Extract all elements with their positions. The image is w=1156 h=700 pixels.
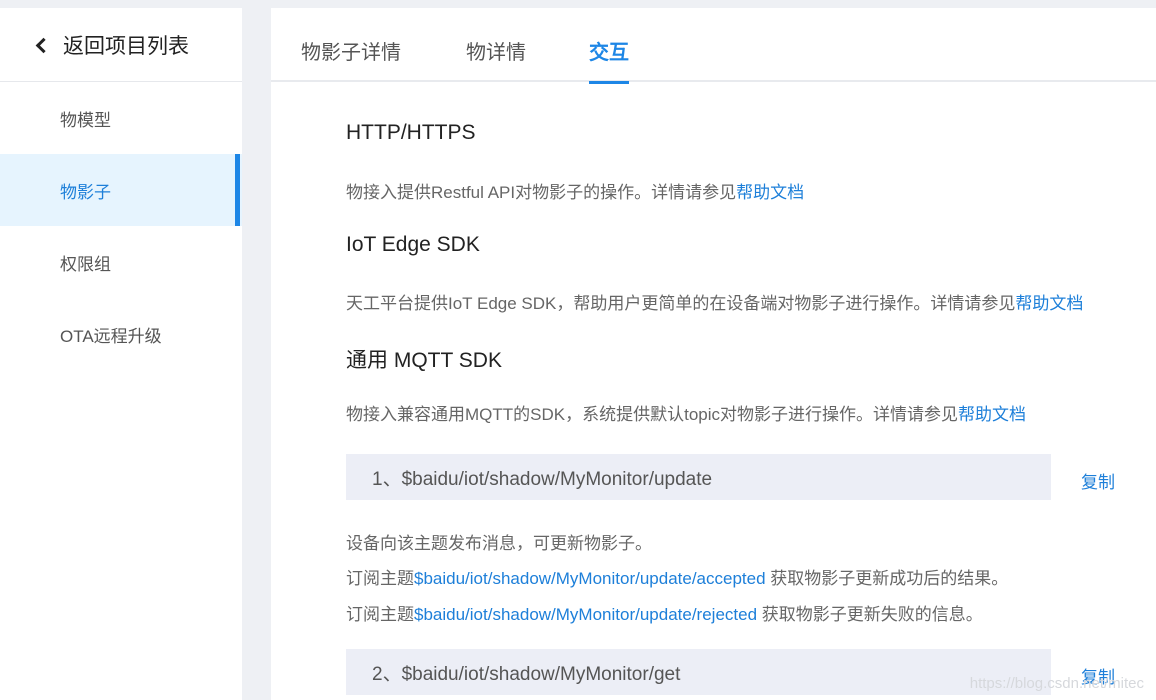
help-doc-link[interactable]: 帮助文档 xyxy=(958,405,1026,424)
desc-text: 天工平台提供IoT Edge SDK，帮助用户更简单的在设备端对物影子进行操作。… xyxy=(346,294,1016,313)
topic-accepted-link[interactable]: $baidu/iot/shadow/MyMonitor/update/accep… xyxy=(414,569,766,588)
topic-subscribe-line: 订阅主题$baidu/iot/shadow/MyMonitor/update/r… xyxy=(346,600,983,625)
section-title-mqtt: 通用 MQTT SDK xyxy=(346,349,502,372)
topic-box: 1、$baidu/iot/shadow/MyMonitor/update xyxy=(346,454,1051,500)
gutter xyxy=(242,0,271,700)
sidebar: 返回项目列表 物模型 物影子 权限组 OTA远程升级 xyxy=(0,8,242,370)
section-desc-iot-edge: 天工平台提供IoT Edge SDK，帮助用户更简单的在设备端对物影子进行操作。… xyxy=(346,289,1083,314)
copy-button[interactable]: 复制 xyxy=(1081,468,1115,493)
sidebar-item-label: OTA远程升级 xyxy=(60,326,162,346)
topic-box: 2、$baidu/iot/shadow/MyMonitor/get xyxy=(346,649,1051,695)
desc-text: 物接入提供Restful API对物影子的操作。详情请参见 xyxy=(346,183,737,202)
sidebar-item-label: 权限组 xyxy=(60,254,111,274)
chevron-left-icon xyxy=(35,37,52,53)
sidebar-item-ota[interactable]: OTA远程升级 xyxy=(0,298,242,370)
sidebar-item-label: 物影子 xyxy=(60,182,111,202)
topic-desc-line: 设备向该主题发布消息，可更新物影子。 xyxy=(346,534,652,553)
sidebar-background xyxy=(0,370,242,700)
top-bar xyxy=(0,0,1156,8)
main-panel: 物影子详情 物详情 交互 HTTP/HTTPS 物接入提供Restful API… xyxy=(271,8,1156,700)
help-doc-link[interactable]: 帮助文档 xyxy=(736,183,804,202)
topic-label: 2、$baidu/iot/shadow/MyMonitor/get xyxy=(372,663,681,685)
topic-rejected-link[interactable]: $baidu/iot/shadow/MyMonitor/update/rejec… xyxy=(414,605,757,624)
back-label: 返回项目列表 xyxy=(63,34,189,58)
sidebar-item-permission-group[interactable]: 权限组 xyxy=(0,226,242,298)
tab-interaction[interactable]: 交互 xyxy=(589,36,629,84)
section-desc-http: 物接入提供Restful API对物影子的操作。详情请参见帮助文档 xyxy=(346,178,804,203)
sidebar-item-shadow[interactable]: 物影子 xyxy=(0,154,242,226)
tab-bar: 物影子详情 物详情 交互 xyxy=(271,14,1156,84)
section-title-iot-edge: IoT Edge SDK xyxy=(346,233,480,256)
section-desc-mqtt: 物接入兼容通用MQTT的SDK，系统提供默认topic对物影子进行操作。详情请参… xyxy=(346,400,1026,425)
desc-text: 物接入兼容通用MQTT的SDK，系统提供默认topic对物影子进行操作。详情请参… xyxy=(346,405,959,424)
topic-label: 1、$baidu/iot/shadow/MyMonitor/update xyxy=(372,468,713,490)
topic-subscribe-line: 订阅主题$baidu/iot/shadow/MyMonitor/update/a… xyxy=(346,564,1008,589)
back-to-project-list-button[interactable]: 返回项目列表 xyxy=(0,8,242,82)
section-title-http: HTTP/HTTPS xyxy=(346,121,476,144)
suffix-text: 获取物影子更新失败的信息。 xyxy=(757,605,983,624)
sidebar-item-thing-model[interactable]: 物模型 xyxy=(0,82,242,154)
suffix-text: 获取物影子更新成功后的结果。 xyxy=(765,569,1009,588)
help-doc-link[interactable]: 帮助文档 xyxy=(1015,294,1083,313)
tab-shadow-details[interactable]: 物影子详情 xyxy=(301,36,401,82)
tab-thing-details[interactable]: 物详情 xyxy=(466,36,526,82)
prefix-text: 订阅主题 xyxy=(346,569,414,588)
sidebar-item-label: 物模型 xyxy=(60,110,111,130)
watermark: https://blog.csdn.net/mitec xyxy=(969,675,1144,692)
prefix-text: 订阅主题 xyxy=(346,605,414,624)
